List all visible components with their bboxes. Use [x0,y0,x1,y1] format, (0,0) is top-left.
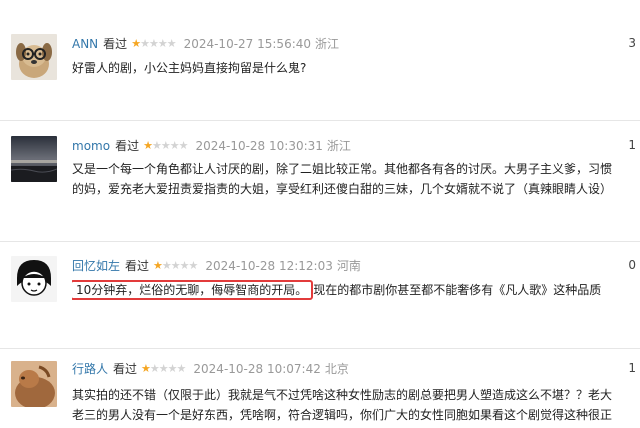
star-icon: ★ [153,259,163,272]
vote-count[interactable]: 3 [628,36,636,50]
avatar[interactable] [11,256,57,302]
rating-stars: ★★★★★ [153,258,199,274]
star-icon: ★ [143,139,153,152]
review-line: 又是一个每一个角色都让人讨厌的剧，除了二姐比较正常。其他都各有各的讨厌。大男子主… [72,162,613,176]
review-line: 好雷人的剧，小公主妈妈直接拘留是什么鬼? [72,61,307,75]
star-empty-icon: ★ [170,259,181,272]
watch-status: 看过 [115,139,140,153]
rating-stars: ★★★★★ [143,138,189,154]
avatar[interactable] [11,361,57,407]
star-empty-icon: ★ [167,362,178,375]
review-line: 其实拍的还不错（仅限于此）我就是气不过凭啥这种女性励志的剧总要把男人塑造成这么不… [72,388,613,402]
avatar[interactable] [11,34,57,80]
review-meta: 回忆如左 看过 ★★★★★ 2024-10-28 12:12:03 河南 [72,258,361,274]
star-empty-icon: ★ [140,37,150,50]
star-icon: ★ [131,37,141,50]
review-location: 河南 [336,259,361,273]
vote-count[interactable]: 0 [628,258,636,272]
star-empty-icon: ★ [149,362,160,375]
review-text: 好雷人的剧，小公主妈妈直接拘留是什么鬼? [72,58,640,78]
star-empty-icon: ★ [176,362,187,375]
review-item: 回忆如左 看过 ★★★★★ 2024-10-28 12:12:03 河南 0 1… [0,242,640,348]
star-empty-icon: ★ [148,37,159,50]
avatar[interactable] [11,136,57,182]
star-empty-icon: ★ [179,259,190,272]
review-time: 2024-10-28 10:30:31 [195,139,323,153]
username-link[interactable]: 回忆如左 [72,258,120,274]
star-empty-icon: ★ [161,259,172,272]
star-empty-icon: ★ [151,139,162,152]
review-meta: momo 看过 ★★★★★ 2024-10-28 10:30:31 浙江 [72,138,351,154]
review-location: 浙江 [326,139,351,153]
star-empty-icon: ★ [169,139,180,152]
review-time: 2024-10-27 15:56:40 [183,37,312,51]
vote-count[interactable]: 1 [628,361,636,375]
review-text: 10分钟弃，烂俗的无聊，侮辱智商的开局。 现在的都市剧你甚至都不能奢侈有《凡人歌》… [72,280,640,300]
review-item: 行路人 看过 ★★★★★ 2024-10-28 10:07:42 北京 1 其实… [0,349,640,428]
star-empty-icon: ★ [178,139,189,152]
star-icon: ★ [141,362,151,375]
review-line: 老三的男人没有一个是好东西，凭啥啊，符合逻辑吗，你们广大的女性同胞如果看这个剧觉… [72,408,613,422]
review-line: 的妈，爱充老大爱扭责爱指责的大姐，享受红利还傻白甜的三妹，几个女婿就不说了（真辣… [72,182,613,196]
watch-status: 看过 [125,259,150,273]
review-meta: 行路人 看过 ★★★★★ 2024-10-28 10:07:42 北京 [72,361,349,377]
star-empty-icon: ★ [157,37,168,50]
watch-status: 看过 [103,37,128,51]
star-empty-icon: ★ [188,259,199,272]
review-text: 又是一个每一个角色都让人讨厌的剧，除了二姐比较正常。其他都各有各的讨厌。大男子主… [72,159,640,199]
review-location: 浙江 [315,37,340,51]
review-meta: ANN 看过 ★★★★★ 2024-10-27 15:56:40 浙江 [72,36,339,52]
review-item: momo 看过 ★★★★★ 2024-10-28 10:30:31 浙江 1 又… [0,121,640,241]
rating-stars: ★★★★★ [141,361,187,377]
star-empty-icon: ★ [160,139,171,152]
watch-status: 看过 [113,362,138,376]
star-empty-icon: ★ [158,362,169,375]
username-link[interactable]: momo [72,138,110,154]
vote-count[interactable]: 1 [628,138,636,152]
star-empty-icon: ★ [166,37,177,50]
review-time: 2024-10-28 12:12:03 [205,259,333,273]
username-link[interactable]: ANN [72,36,98,52]
review-line: 现在的都市剧你甚至都不能奢侈有《凡人歌》这种品质 [313,283,602,297]
rating-stars: ★★★★★ [131,36,177,52]
review-text: 其实拍的还不错（仅限于此）我就是气不过凭啥这种女性励志的剧总要把男人塑造成这么不… [72,385,640,425]
highlighted-text: 10分钟弃，烂俗的无聊，侮辱智商的开局。 [72,280,314,300]
review-item: ANN 看过 ★★★★★ 2024-10-27 15:56:40 浙江 3 好雷… [0,0,640,120]
review-time: 2024-10-28 10:07:42 [193,362,321,376]
review-location: 北京 [324,362,349,376]
username-link[interactable]: 行路人 [72,361,108,377]
